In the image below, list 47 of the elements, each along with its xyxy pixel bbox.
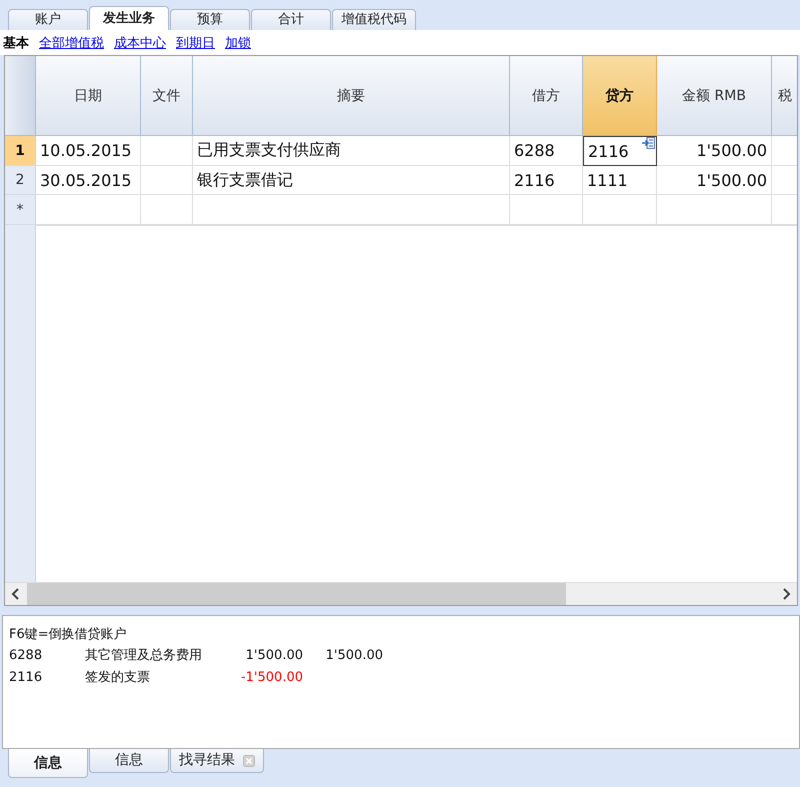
tab[interactable]: 增值税代码 bbox=[332, 9, 416, 30]
amount: -1'500.00 bbox=[240, 669, 303, 687]
column-header[interactable]: 金额 RMB bbox=[657, 56, 772, 136]
column-header[interactable]: 日期 bbox=[36, 56, 141, 136]
hint-text: F6键=倒换借贷账户 bbox=[9, 626, 128, 644]
table-cell: 已用支票支付供应商 bbox=[193, 136, 510, 166]
column-header[interactable]: 摘要 bbox=[193, 56, 510, 136]
scroll-right-icon[interactable] bbox=[781, 588, 791, 600]
row-number[interactable]: 1 bbox=[5, 136, 36, 166]
table-cell: 2116 bbox=[510, 166, 583, 195]
table-cell: 1111 bbox=[583, 166, 657, 195]
table-cell bbox=[141, 166, 193, 195]
view-link[interactable]: 全部增值税 bbox=[39, 34, 104, 52]
list-insert-icon[interactable] bbox=[642, 137, 655, 149]
amount: 1'500.00 bbox=[324, 647, 383, 665]
view-link[interactable]: 加锁 bbox=[225, 34, 251, 52]
table-cell bbox=[141, 136, 193, 166]
scroll-left-icon[interactable] bbox=[11, 588, 21, 600]
column-header[interactable]: 税 bbox=[772, 56, 797, 136]
column-header[interactable]: 贷方 bbox=[583, 56, 657, 136]
table-cell: 1'500.00 bbox=[657, 136, 772, 166]
column-header[interactable]: 借方 bbox=[510, 56, 583, 136]
tab[interactable]: 账户 bbox=[8, 9, 88, 30]
table-cell: 6288 bbox=[510, 136, 583, 166]
account-name: 签发的支票 bbox=[85, 669, 151, 687]
table-cell[interactable]: 2116 bbox=[583, 136, 657, 166]
view-link[interactable]: 成本中心 bbox=[114, 34, 166, 52]
horizontal-scrollbar[interactable] bbox=[5, 582, 797, 605]
view-link[interactable]: 到期日 bbox=[176, 34, 215, 52]
row-number[interactable]: * bbox=[5, 195, 36, 225]
table-cell: 10.05.2015 bbox=[36, 136, 141, 166]
amount: 1'500.00 bbox=[244, 647, 303, 665]
row-number[interactable]: 2 bbox=[5, 166, 36, 195]
table-cell: 30.05.2015 bbox=[36, 166, 141, 195]
account-name: 其它管理及总务费用 bbox=[85, 647, 203, 665]
tab[interactable]: 找寻结果 bbox=[170, 749, 264, 773]
table-cell: 银行支票借记 bbox=[193, 166, 510, 195]
tab[interactable]: 预算 bbox=[170, 9, 250, 30]
tab[interactable]: 发生业务 bbox=[89, 6, 169, 30]
account-number: 6288 bbox=[9, 647, 44, 665]
table-cell: 1'500.00 bbox=[657, 166, 772, 195]
tab[interactable]: 信息 bbox=[8, 749, 88, 778]
tab[interactable]: 信息 bbox=[89, 749, 169, 773]
view-label[interactable]: 基本 bbox=[3, 34, 29, 52]
account-number: 2116 bbox=[9, 669, 44, 687]
column-header[interactable]: 文件 bbox=[141, 56, 193, 136]
tab[interactable]: 合计 bbox=[251, 9, 331, 30]
